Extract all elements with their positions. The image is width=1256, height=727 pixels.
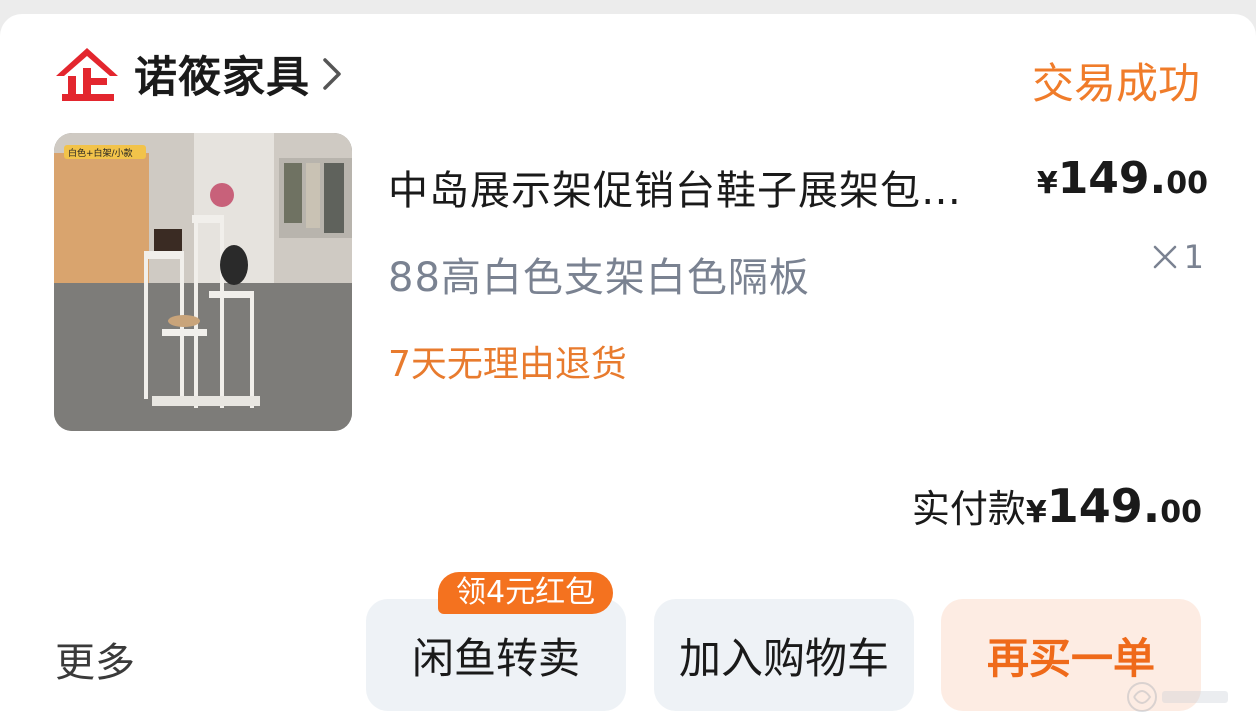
amount-paid-label: 实付款 (911, 487, 1026, 531)
order-status: 交易成功 (1031, 59, 1200, 108)
resell-promo-badge: 领4元红包 (438, 572, 614, 614)
more-button[interactable]: 更多 (55, 630, 135, 688)
amount-paid-decimal: 00 (1160, 495, 1202, 530)
watermark-logo (1127, 682, 1228, 712)
resell-button[interactable]: 闲鱼转卖 (366, 599, 626, 711)
product-quantity: 1 (1152, 238, 1204, 276)
quantity-value: 1 (1183, 238, 1204, 276)
chevron-right-icon (323, 58, 341, 90)
multiply-icon (1153, 245, 1176, 269)
shop-name: 诺筱家具 (134, 53, 310, 103)
product-variant: 88高白色支架白色隔板 (388, 255, 810, 301)
shop-logo-icon (56, 48, 118, 101)
price-decimal: 00 (1166, 166, 1208, 201)
return-policy-tag: 7天无理由退货 (388, 344, 627, 385)
amount-paid-currency: ¥ (1025, 495, 1047, 530)
thumbnail-badge: 白色+白架/小款 (68, 147, 133, 159)
price-currency: ¥ (1036, 166, 1058, 201)
amount-paid: 实付款 ¥149. 00 (912, 478, 1202, 533)
product-title[interactable]: 中岛展示架促销台鞋子展架包… (388, 158, 1008, 216)
price-integer: 149. (1057, 153, 1167, 204)
product-price: ¥149.00 (1037, 153, 1208, 204)
amount-paid-integer: 149. (1046, 479, 1161, 533)
shop-header-link[interactable]: 诺筱家具 (54, 42, 342, 106)
product-thumbnail[interactable]: 白色+白架/小款 (54, 133, 352, 431)
add-to-cart-button[interactable]: 加入购物车 (654, 599, 914, 711)
